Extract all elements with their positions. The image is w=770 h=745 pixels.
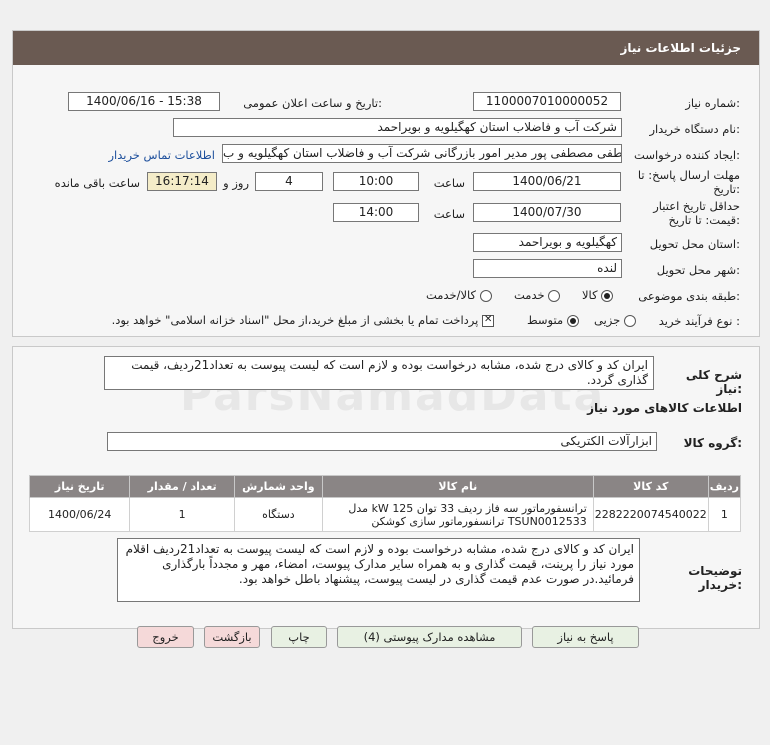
- col-name: نام کالا: [321, 475, 594, 498]
- remaining-time-field: 16:17:14: [147, 172, 217, 191]
- category-service-radio[interactable]: [548, 289, 561, 302]
- days-label: روز و: [223, 176, 249, 190]
- announce-label: تاریخ و ساعت اعلان عمومی:: [243, 96, 382, 110]
- announce-field: 1400/06/16 - 15:38: [68, 92, 220, 111]
- payment-option[interactable]: پرداخت تمام یا بخشی از مبلغ خرید،از محل …: [84, 313, 494, 327]
- cell-qty: 1: [129, 497, 235, 532]
- buyer-field: شرکت آب و فاضلاب استان کهگیلویه و بویراح…: [173, 118, 622, 137]
- col-code: کد کالا: [592, 475, 709, 498]
- contact-buyer-link[interactable]: اطلاعات تماس خریدار: [100, 148, 215, 162]
- province-label: استان محل تحویل:: [649, 237, 740, 251]
- validity-time-label: ساعت: [433, 207, 465, 221]
- view-attachments-button[interactable]: مشاهده مدارک پیوستی (4): [337, 626, 522, 648]
- deadline-time-label: ساعت: [433, 176, 465, 190]
- process-minor-text: جزیی: [594, 313, 621, 327]
- category-service-text: خدمت: [514, 288, 545, 302]
- category-label: طبقه بندی موضوعی:: [638, 289, 740, 303]
- creator-label: ایجاد کننده درخواست:: [634, 148, 740, 162]
- cell-unit: دستگاه: [233, 497, 323, 532]
- payment-note: پرداخت تمام یا بخشی از مبلغ خرید،از محل …: [111, 313, 479, 327]
- page: جزئیات اطلاعات نیاز شماره نیاز: 11000070…: [0, 0, 770, 745]
- category-goods-text: کالا: [582, 288, 598, 302]
- col-unit: واحد شمارش: [233, 475, 323, 498]
- need-number-label: شماره نیاز:: [685, 96, 740, 110]
- page-title: جزئیات اطلاعات نیاز: [13, 31, 759, 65]
- goods-section-title: اطلاعات کالاهای مورد نیاز: [587, 401, 742, 415]
- validity-label: حداقل تاریخ اعتبار قیمت: تا تاریخ:: [653, 199, 740, 227]
- process-minor-radio[interactable]: [623, 314, 636, 327]
- buyer-notes-label: توضیحات خریدار:: [688, 564, 742, 592]
- description-label: شرح کلی نیاز:: [685, 368, 742, 396]
- cell-name: ترانسفورماتور سه فاز ردیف 33 توان 125 kW…: [321, 497, 594, 532]
- category-goods-option[interactable]: کالا: [582, 288, 614, 302]
- creator-field: مصطفی مصطفی پور مدیر امور بازرگانی شرکت …: [222, 144, 622, 163]
- print-button[interactable]: چاپ: [271, 626, 327, 648]
- category-both-option[interactable]: کالا/خدمت: [426, 288, 492, 302]
- description-text: ایران کد و کالای درج شده، مشابه درخواست …: [104, 356, 654, 390]
- cell-code: 2282220074540022: [592, 497, 709, 532]
- category-service-option[interactable]: خدمت: [514, 288, 561, 302]
- goods-group-field: ابزارآلات الکتریکی: [107, 432, 657, 451]
- category-both-text: کالا/خدمت: [426, 288, 477, 302]
- cell-name-line1: ترانسفورماتور سه فاز ردیف 33 توان 125 kW…: [348, 501, 587, 515]
- table-row: 1 2282220074540022 ترانسفورماتور سه فاز …: [28, 497, 742, 532]
- col-index: ردیف: [707, 475, 742, 498]
- process-medium-option[interactable]: متوسط: [527, 313, 579, 327]
- province-field: کهگیلویه و بویراحمد: [473, 233, 622, 252]
- deadline-time-field: 10:00: [333, 172, 419, 191]
- remaining-label: ساعت باقی مانده: [54, 176, 140, 190]
- process-medium-text: متوسط: [527, 313, 564, 327]
- process-minor-option[interactable]: جزیی: [594, 313, 636, 327]
- buyer-notes-text: ایران کد و کالای درج شده، مشابه درخواست …: [117, 538, 640, 602]
- city-field: لنده: [473, 259, 622, 278]
- back-button[interactable]: بازگشت: [204, 626, 260, 648]
- payment-checkbox[interactable]: [482, 314, 494, 327]
- days-field: 4: [255, 172, 323, 191]
- process-medium-radio[interactable]: [566, 314, 579, 327]
- exit-button[interactable]: خروج: [137, 626, 194, 648]
- city-label: شهر محل تحویل:: [656, 263, 740, 277]
- deadline-date-field: 1400/06/21: [473, 172, 621, 191]
- buyer-label: نام دستگاه خریدار:: [649, 122, 740, 136]
- deadline-label: مهلت ارسال پاسخ: تا تاریخ:: [637, 168, 740, 196]
- category-goods-radio[interactable]: [601, 289, 614, 302]
- cell-index: 1: [707, 497, 742, 532]
- validity-time-field: 14:00: [333, 203, 419, 222]
- col-date: تاریخ نیاز: [28, 475, 131, 498]
- reply-button[interactable]: پاسخ به نیاز: [532, 626, 639, 648]
- validity-date-field: 1400/07/30: [473, 203, 621, 222]
- goods-group-label: گروه کالا:: [683, 436, 742, 450]
- process-label: نوع فرآیند خرید :: [658, 314, 740, 328]
- cell-name-line2: TSUN0012533 ترانسفورماتور سازی کوشکن: [371, 514, 587, 528]
- goods-table: ردیف کد کالا نام کالا واحد شمارش تعداد /…: [28, 475, 742, 532]
- cell-date: 1400/06/24: [28, 497, 131, 532]
- category-both-radio[interactable]: [479, 289, 492, 302]
- need-number-field: 1100007010000052: [473, 92, 621, 111]
- table-header-row: ردیف کد کالا نام کالا واحد شمارش تعداد /…: [28, 475, 742, 498]
- col-qty: تعداد / مقدار: [129, 475, 235, 498]
